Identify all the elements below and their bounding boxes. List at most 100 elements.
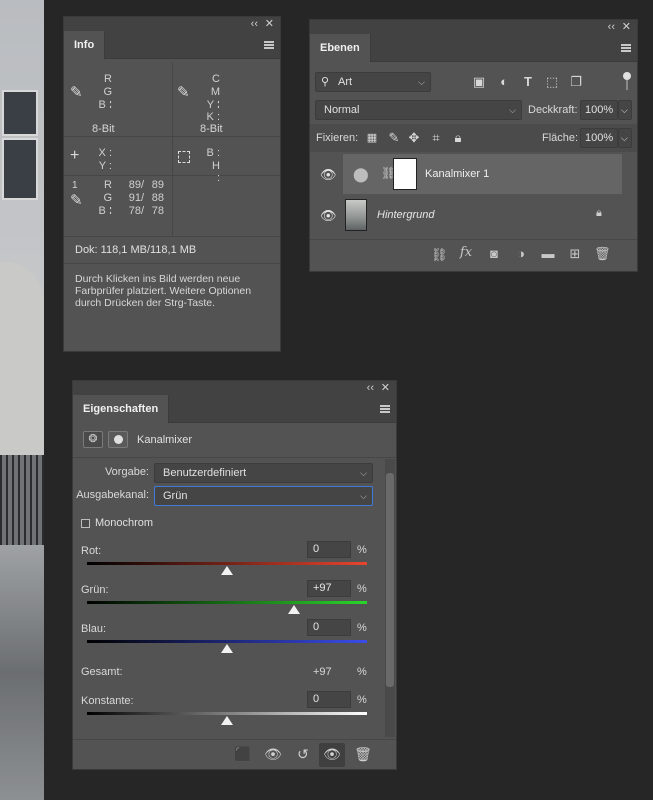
opacity-label: Deckkraft: [528, 104, 578, 116]
info-y-label: Y : [206, 99, 220, 111]
new-adjustment-icon[interactable]: ◑ [513, 247, 529, 261]
visibility-eye-icon[interactable]: 👁︎ [320, 208, 337, 223]
constant-input[interactable]: 0 [307, 691, 351, 708]
info-w-label: B : [206, 147, 220, 159]
mask-icon[interactable] [108, 431, 128, 448]
total-value: +97 [313, 666, 332, 678]
slider-red-input[interactable]: 0 [307, 541, 351, 558]
output-channel-label: Ausgabekanal: [76, 489, 149, 501]
new-layer-icon[interactable]: ⊞ [567, 247, 583, 261]
tab-properties[interactable]: Eigenschaften [73, 395, 170, 423]
color-sampler-icon: ✎ [70, 192, 83, 209]
filter-pixel-icon[interactable]: ▣ [471, 75, 487, 89]
slider-red-label: Rot: [81, 545, 102, 557]
slider-blue-label: Blau: [81, 623, 107, 635]
panel-menu-icon[interactable] [621, 44, 631, 52]
layer-filter-select[interactable]: ⚲ Art ⌵ [315, 72, 431, 92]
delete-adjustment-icon[interactable]: 🗑︎ [353, 746, 373, 763]
filter-toggle-icon[interactable] [623, 72, 631, 80]
constant-thumb[interactable] [221, 716, 233, 725]
delete-layer-icon[interactable]: 🗑︎ [594, 247, 611, 261]
tab-info[interactable]: Info [64, 31, 106, 59]
constant-track[interactable] [87, 712, 367, 715]
layer-row-kanalmixer[interactable]: 👁︎ ⬤ ⛓ Kanalmixer 1 [311, 154, 622, 194]
layer-mask-thumbnail[interactable] [393, 158, 417, 190]
monochrome-checkbox[interactable] [81, 519, 90, 528]
preset-label: Vorgabe: [104, 466, 149, 478]
fx-icon[interactable]: fx [458, 246, 474, 260]
view-previous-state-icon[interactable]: 👁︎ [263, 746, 283, 763]
channel-mixer-icon[interactable]: ❂ [83, 431, 103, 448]
lock-paint-icon[interactable]: ✎ [386, 131, 402, 145]
filter-shape-icon[interactable]: ⬚ [544, 75, 560, 89]
sampler-r-value-a: 89/ [128, 179, 144, 191]
tab-layers[interactable]: Ebenen [310, 34, 371, 62]
close-icon[interactable]: ✕ [265, 17, 274, 32]
add-mask-icon[interactable]: ◙ [486, 247, 502, 261]
total-label: Gesamt: [81, 666, 123, 678]
layer-name: Kanalmixer 1 [425, 168, 490, 180]
opacity-dropdown-button[interactable]: ⌵ [618, 100, 632, 120]
info-b-label: B : [98, 99, 112, 111]
collapse-icon[interactable]: ‹‹ [367, 381, 374, 396]
fill-dropdown-button[interactable]: ⌵ [618, 128, 632, 148]
close-icon[interactable]: ✕ [381, 381, 390, 396]
eyedropper-icon: ✎ [70, 84, 83, 101]
lock-all-icon[interactable]: 🔒︎ [450, 131, 466, 145]
lock-transparency-icon[interactable]: ▦ [364, 131, 380, 145]
fill-label: Fläche: [542, 132, 579, 144]
visibility-eye-icon[interactable]: 👁︎ [320, 167, 337, 182]
filter-adjustment-icon[interactable]: ◐ [496, 75, 512, 89]
slider-blue-track[interactable] [87, 640, 367, 643]
preset-select[interactable]: Benutzerdefiniert ⌵ [154, 463, 373, 483]
constant-label: Konstante: [81, 695, 134, 707]
lock-artboard-icon[interactable]: ⌗ [428, 131, 444, 145]
lock-position-icon[interactable]: ✥ [406, 131, 422, 145]
filter-type-icon[interactable]: T [520, 75, 536, 89]
slider-green-track[interactable] [87, 601, 367, 604]
percent-sign: % [357, 583, 367, 595]
new-group-icon[interactable]: ▬ [540, 247, 556, 261]
separator [73, 457, 396, 458]
slider-green-input[interactable]: +97 [307, 580, 351, 597]
reset-icon[interactable]: ↺ [293, 746, 313, 763]
info-hint-text: Durch Klicken ins Bild werden neue Farbp… [75, 273, 252, 309]
slider-blue-input[interactable]: 0 [307, 619, 351, 636]
channel-mixer-adjustment-icon: ⬤ [353, 166, 369, 182]
filter-toggle-stem [626, 80, 628, 90]
close-icon[interactable]: ✕ [622, 20, 631, 35]
layer-row-hintergrund[interactable]: 👁︎ Hintergrund 🔒︎ [311, 195, 622, 235]
slider-red-thumb[interactable] [221, 566, 233, 575]
clip-to-layer-icon[interactable]: ⬛ [233, 746, 253, 763]
opacity-input[interactable]: 100% [580, 100, 618, 120]
chevron-down-icon: ⌵ [418, 77, 425, 87]
output-channel-select[interactable]: Grün ⌵ [154, 486, 373, 506]
output-channel-value: Grün [163, 490, 188, 502]
scrollbar-thumb[interactable] [386, 473, 394, 687]
fill-input[interactable]: 100% [580, 128, 618, 148]
sampler-r-value-b: 89 [151, 179, 164, 191]
panel-menu-icon[interactable] [380, 405, 390, 413]
link-layers-icon[interactable]: ⛓ [431, 248, 448, 262]
info-h-label: H : [212, 160, 220, 184]
preset-value: Benutzerdefiniert [163, 467, 247, 479]
properties-scrollbar[interactable] [385, 459, 395, 737]
info-y-coord-label: Y : [98, 160, 112, 172]
layer-name: Hintergrund [377, 209, 435, 221]
layer-thumbnail [345, 199, 367, 231]
canvas-image [0, 0, 44, 800]
collapse-icon[interactable]: ‹‹ [251, 17, 258, 32]
percent-sign: % [357, 622, 367, 634]
toggle-visibility-icon[interactable]: 👁︎ [322, 746, 342, 763]
slider-red-track[interactable] [87, 562, 367, 565]
blend-mode-select[interactable]: Normal ⌵ [315, 100, 522, 120]
panel-menu-icon[interactable] [264, 41, 274, 49]
collapse-icon[interactable]: ‹‹ [608, 20, 615, 35]
adjustment-title: Kanalmixer [137, 434, 193, 446]
slider-green-thumb[interactable] [288, 605, 301, 614]
slider-blue-thumb[interactable] [221, 644, 233, 653]
document-size: Dok: 118,1 MB/118,1 MB [75, 244, 197, 256]
filter-smartobject-icon[interactable]: ❐ [568, 75, 584, 89]
chevron-down-icon: ⌵ [360, 491, 367, 501]
chevron-down-icon: ⌵ [360, 468, 367, 478]
